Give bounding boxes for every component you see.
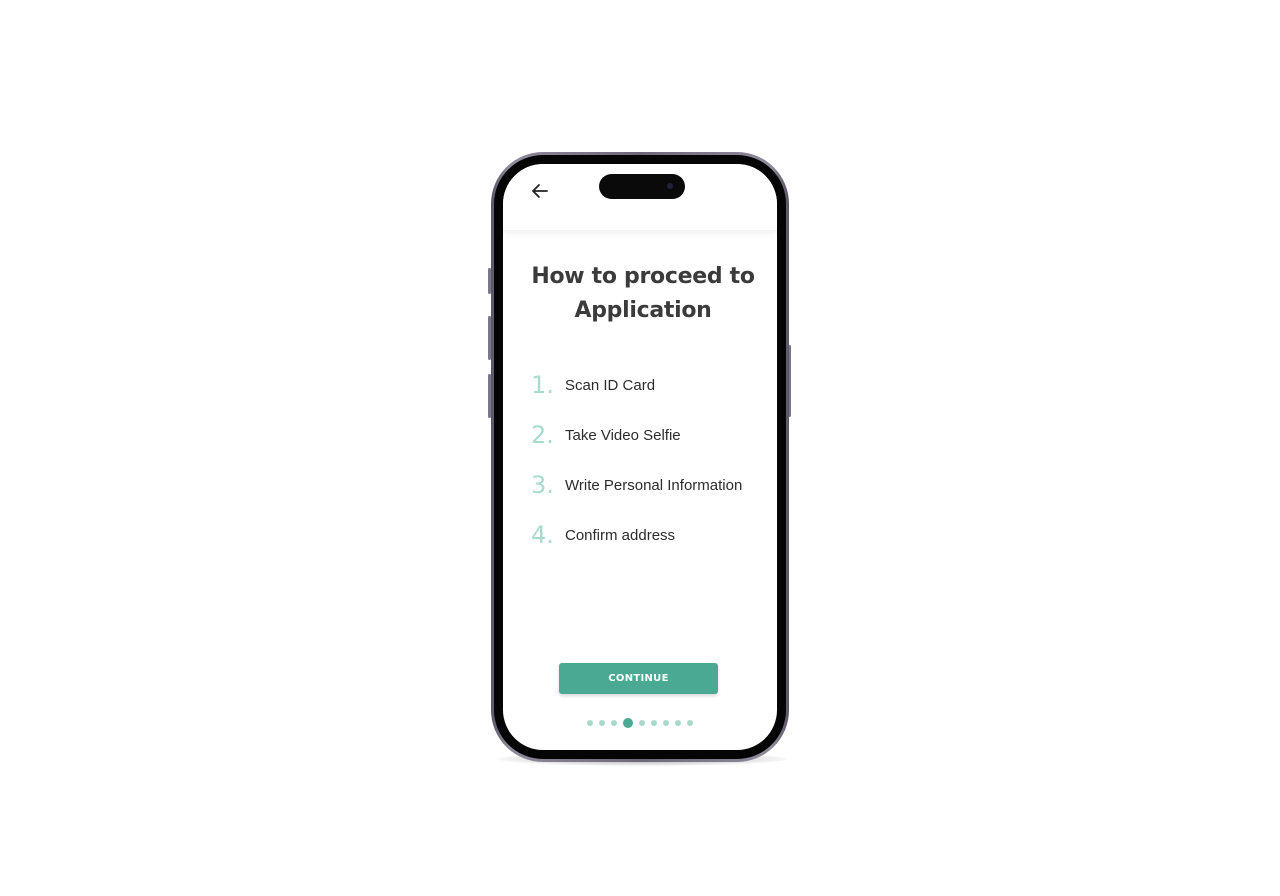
pagination-dot[interactable] xyxy=(587,720,593,726)
step-item: 4. Confirm address xyxy=(531,510,771,560)
pagination-dot[interactable] xyxy=(687,720,693,726)
arrow-left-icon[interactable] xyxy=(531,183,549,199)
pagination-dot[interactable] xyxy=(611,720,617,726)
pagination-dots xyxy=(503,716,777,730)
steps-list: 1. Scan ID Card 2. Take Video Selfie 3. … xyxy=(531,360,771,560)
phone-screen: How to proceed to Application 1. Scan ID… xyxy=(503,164,777,750)
page-title: How to proceed to Application xyxy=(523,260,763,328)
phone-bezel: How to proceed to Application 1. Scan ID… xyxy=(494,155,786,759)
dynamic-island xyxy=(599,174,685,199)
step-number: 1. xyxy=(531,371,554,399)
step-label: Write Personal Information xyxy=(565,476,743,494)
step-number: 2. xyxy=(531,421,554,449)
pagination-dot[interactable] xyxy=(675,720,681,726)
step-item: 3. Write Personal Information xyxy=(531,460,771,510)
step-number: 4. xyxy=(531,521,554,549)
pagination-dot[interactable] xyxy=(651,720,657,726)
pagination-dot[interactable] xyxy=(639,720,645,726)
step-label: Confirm address xyxy=(565,526,676,544)
step-item: 1. Scan ID Card xyxy=(531,360,771,410)
step-label: Take Video Selfie xyxy=(565,426,681,444)
pagination-dot[interactable] xyxy=(663,720,669,726)
step-item: 2. Take Video Selfie xyxy=(531,410,771,460)
page-title-line-2: Application xyxy=(574,298,712,323)
continue-button[interactable]: CONTINUE xyxy=(559,663,718,694)
camera-lens-icon xyxy=(667,183,673,189)
step-label: Scan ID Card xyxy=(565,376,656,394)
step-number: 3. xyxy=(531,471,554,499)
stage: How to proceed to Application 1. Scan ID… xyxy=(0,0,1280,896)
phone-frame: How to proceed to Application 1. Scan ID… xyxy=(491,152,789,762)
page-title-line-1: How to proceed to xyxy=(531,264,755,289)
pagination-dot[interactable] xyxy=(599,720,605,726)
pagination-dot-active[interactable] xyxy=(623,718,633,728)
